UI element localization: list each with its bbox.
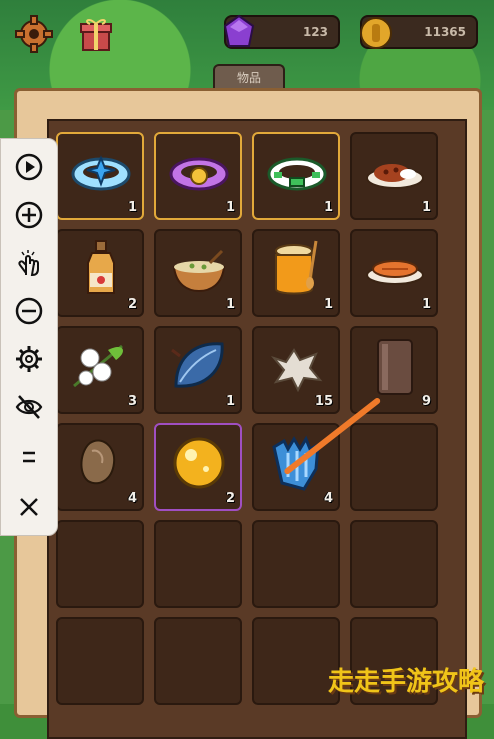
inventory-slot[interactable]: 1 [154, 132, 242, 220]
item-count: 1 [421, 200, 431, 215]
eye-slash-icon [15, 395, 43, 419]
inventory-slot-empty[interactable] [350, 520, 438, 608]
hand-pointer-icon [18, 250, 39, 277]
item-count: 1 [323, 200, 333, 215]
item-count: 1 [323, 297, 333, 312]
close-button[interactable] [11, 489, 47, 525]
inventory-slot[interactable]: 2 [154, 423, 242, 511]
inventory-slot[interactable]: 1 [350, 132, 438, 220]
inventory-slot[interactable]: 1 [56, 132, 144, 220]
inventory-slot[interactable]: 15 [252, 326, 340, 414]
inventory-slot-empty[interactable] [252, 520, 340, 608]
inventory-slot-empty[interactable] [252, 617, 340, 705]
item-count: 1 [225, 200, 235, 215]
item-count: 2 [225, 491, 235, 506]
inventory-slot[interactable]: 1 [252, 229, 340, 317]
gem-count: 123 [302, 25, 328, 39]
item-count: 1 [225, 394, 235, 409]
toolbar-settings-button[interactable] [11, 341, 47, 377]
tab-items[interactable]: 物品 [213, 64, 285, 90]
inventory-slot[interactable]: 2 [56, 229, 144, 317]
item-count: 9 [421, 394, 431, 409]
play-button[interactable] [11, 149, 47, 185]
inventory-slot[interactable]: 1 [350, 229, 438, 317]
menu-button[interactable] [11, 439, 47, 475]
inventory-slot-empty[interactable] [350, 423, 438, 511]
item-count: 1 [127, 200, 137, 215]
play-icon [15, 153, 43, 181]
inventory-slot[interactable]: 9 [350, 326, 438, 414]
gift-icon [80, 18, 112, 51]
inventory-slot[interactable]: 1 [252, 132, 340, 220]
item-count: 1 [225, 297, 235, 312]
settings-gear-button[interactable] [14, 14, 54, 54]
inventory-slot-empty[interactable] [154, 520, 242, 608]
zoom-in-button[interactable] [11, 197, 47, 233]
plus-circle-icon [15, 201, 43, 229]
inventory-slot[interactable]: 3 [56, 326, 144, 414]
side-toolbar [0, 138, 58, 536]
inventory-slot[interactable]: 4 [56, 423, 144, 511]
inventory-slot-empty[interactable] [56, 520, 144, 608]
item-count: 4 [127, 491, 137, 506]
inventory-slot[interactable]: 1 [154, 229, 242, 317]
close-icon [20, 498, 38, 516]
gem-icon [223, 14, 255, 47]
gift-box-button[interactable] [76, 14, 116, 54]
gear-icon [15, 15, 53, 53]
item-count: 1 [421, 297, 431, 312]
gear-icon [16, 346, 42, 372]
inventory-slot-empty[interactable] [154, 617, 242, 705]
coin-count: 11365 [424, 25, 466, 39]
hand-pointer-button[interactable] [11, 245, 47, 281]
zoom-out-button[interactable] [11, 293, 47, 329]
item-count: 4 [323, 491, 333, 506]
inventory-slot-empty[interactable] [56, 617, 144, 705]
equals-icon [23, 451, 35, 463]
item-count: 2 [127, 297, 137, 312]
gem-counter: 123 [223, 14, 340, 49]
item-count: 3 [127, 394, 137, 409]
watermark-text: 走走手游攻略 [327, 667, 484, 697]
inventory-slot[interactable]: 1 [154, 326, 242, 414]
item-count: 15 [314, 394, 333, 409]
coin-icon [360, 17, 392, 49]
coin-counter: 11365 [360, 15, 478, 49]
minus-circle-icon [15, 297, 43, 325]
hide-button[interactable] [11, 389, 47, 425]
inventory-grid: 1 1 1 1 2 1 1 1 3 1 15 9 4 2 4 [56, 132, 438, 705]
